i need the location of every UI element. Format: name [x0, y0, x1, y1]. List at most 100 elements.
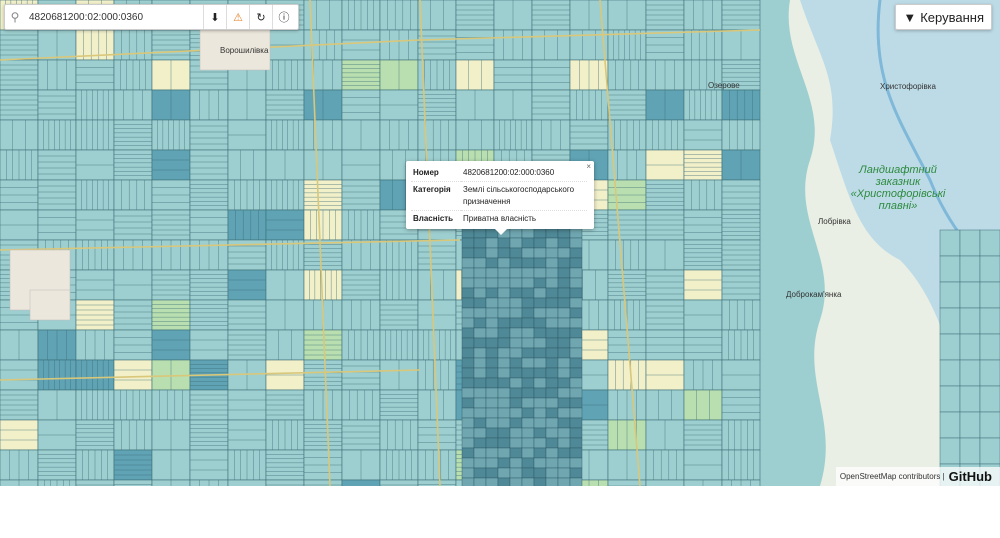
github-link[interactable]: GitHub [949, 469, 992, 484]
parcel-block [721, 119, 761, 151]
parcel-strip [521, 287, 535, 299]
parcel-block [645, 239, 685, 271]
parcel-strip [545, 237, 559, 249]
parcel-block [303, 59, 343, 91]
parcel-strip [461, 237, 475, 249]
parcel-strip [557, 257, 571, 269]
parcel-block [979, 229, 1000, 257]
parcel-strip [485, 447, 499, 459]
parcel-block [0, 179, 39, 211]
parcel-strip [569, 437, 583, 449]
parcel-strip [485, 297, 499, 309]
parcel-block [645, 449, 685, 481]
parcel-block [227, 149, 267, 181]
parcel-block [721, 419, 761, 451]
info-button[interactable]: ⓘ [272, 5, 295, 29]
parcel-strip [545, 377, 559, 389]
parcel-strip [461, 347, 475, 359]
parcel-strip [569, 227, 583, 239]
parcel-block [683, 179, 723, 211]
parcel-strip [557, 447, 571, 459]
search-input[interactable] [25, 7, 203, 27]
parcel-strip [497, 247, 511, 259]
parcel-block [721, 179, 761, 211]
parcel-block [75, 119, 115, 151]
parcel-strip [461, 307, 475, 319]
parcel-strip [569, 447, 583, 459]
parcel-block [151, 59, 191, 91]
parcel-block [0, 359, 39, 391]
parcel-strip [509, 237, 523, 249]
parcel-strip [521, 427, 535, 439]
parcel-block [113, 449, 153, 481]
parcel-block [379, 449, 419, 481]
parcel-strip [569, 237, 583, 249]
parcel-strip [509, 307, 523, 319]
parcel-strip [557, 407, 571, 419]
parcel-block [379, 329, 419, 361]
parcel-strip [557, 337, 571, 349]
parcel-strip [569, 407, 583, 419]
parcel-block [645, 179, 685, 211]
parcel-strip [461, 457, 475, 469]
parcel-strip [509, 327, 523, 339]
parcel-block [151, 449, 191, 481]
parcel-block [189, 269, 229, 301]
parcel-strip [521, 437, 535, 449]
parcel-strip [545, 457, 559, 469]
download-button[interactable]: ⬇ [203, 5, 226, 29]
parcel-block [341, 269, 381, 301]
parcel-strip [569, 287, 583, 299]
parcel-strip [545, 317, 559, 329]
warning-button[interactable]: ⚠ [226, 5, 249, 29]
parcel-strip [509, 457, 523, 469]
parcel-block [979, 307, 1000, 335]
parcel-strip [557, 237, 571, 249]
parcel-block [379, 0, 419, 31]
parcel-block [939, 229, 961, 257]
parcel-strip [569, 277, 583, 289]
parcel-block [75, 269, 115, 301]
parcel-block [959, 307, 981, 335]
refresh-button[interactable]: ↻ [249, 5, 272, 29]
parcel-strip [521, 467, 535, 479]
parcel-strip [473, 337, 487, 349]
osm-link[interactable]: OpenStreetMap contributors | [840, 472, 945, 481]
parcel-strip [533, 447, 547, 459]
parcel-strip [461, 447, 475, 459]
map-canvas[interactable]: Христофорівка Лобрівка Доброкам'янка Вор… [0, 0, 1000, 486]
parcel-strip [533, 337, 547, 349]
parcel-block [0, 209, 39, 241]
parcel-strip [569, 427, 583, 439]
parcel-strip [569, 467, 583, 479]
parcel-strip [509, 397, 523, 409]
parcel-block [113, 209, 153, 241]
parcel-block [607, 89, 647, 121]
parcel-block [379, 299, 419, 331]
parcel-block [341, 29, 381, 61]
parcel-strip [557, 397, 571, 409]
parcel-block [979, 385, 1000, 413]
place-label: Доброкам'янка [786, 290, 842, 299]
parcel-block [0, 329, 39, 361]
parcel-strip [557, 317, 571, 329]
parcel-block [37, 419, 77, 451]
parcel-block [645, 359, 685, 391]
parcel-strip [521, 377, 535, 389]
parcel-strip [521, 457, 535, 469]
parcel-strip [473, 257, 487, 269]
parcel-block [341, 359, 381, 391]
parcel-strip [545, 307, 559, 319]
manage-button[interactable]: ▼ Керування [895, 4, 992, 30]
parcel-block [645, 89, 685, 121]
parcel-block [493, 89, 533, 121]
parcel-strip [497, 237, 511, 249]
parcel-strip [545, 247, 559, 259]
parcel-strip [521, 447, 535, 459]
parcel-block [721, 239, 761, 271]
parcel-block [959, 255, 981, 283]
parcel-strip [461, 227, 475, 239]
close-icon[interactable]: × [586, 162, 591, 171]
parcel-strip [461, 377, 475, 389]
parcel-block [227, 269, 267, 301]
